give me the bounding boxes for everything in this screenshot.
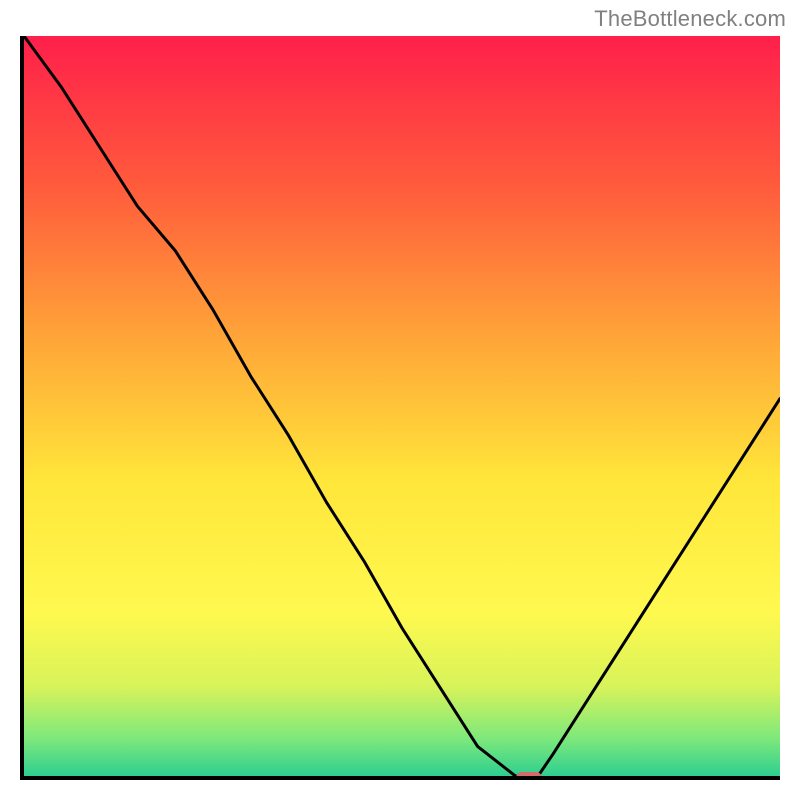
plot-area: [20, 36, 780, 780]
watermark-text: TheBottleneck.com: [594, 6, 786, 32]
optimal-marker: [516, 772, 542, 780]
bottleneck-curve: [24, 36, 780, 776]
bottleneck-chart: TheBottleneck.com: [0, 0, 800, 800]
